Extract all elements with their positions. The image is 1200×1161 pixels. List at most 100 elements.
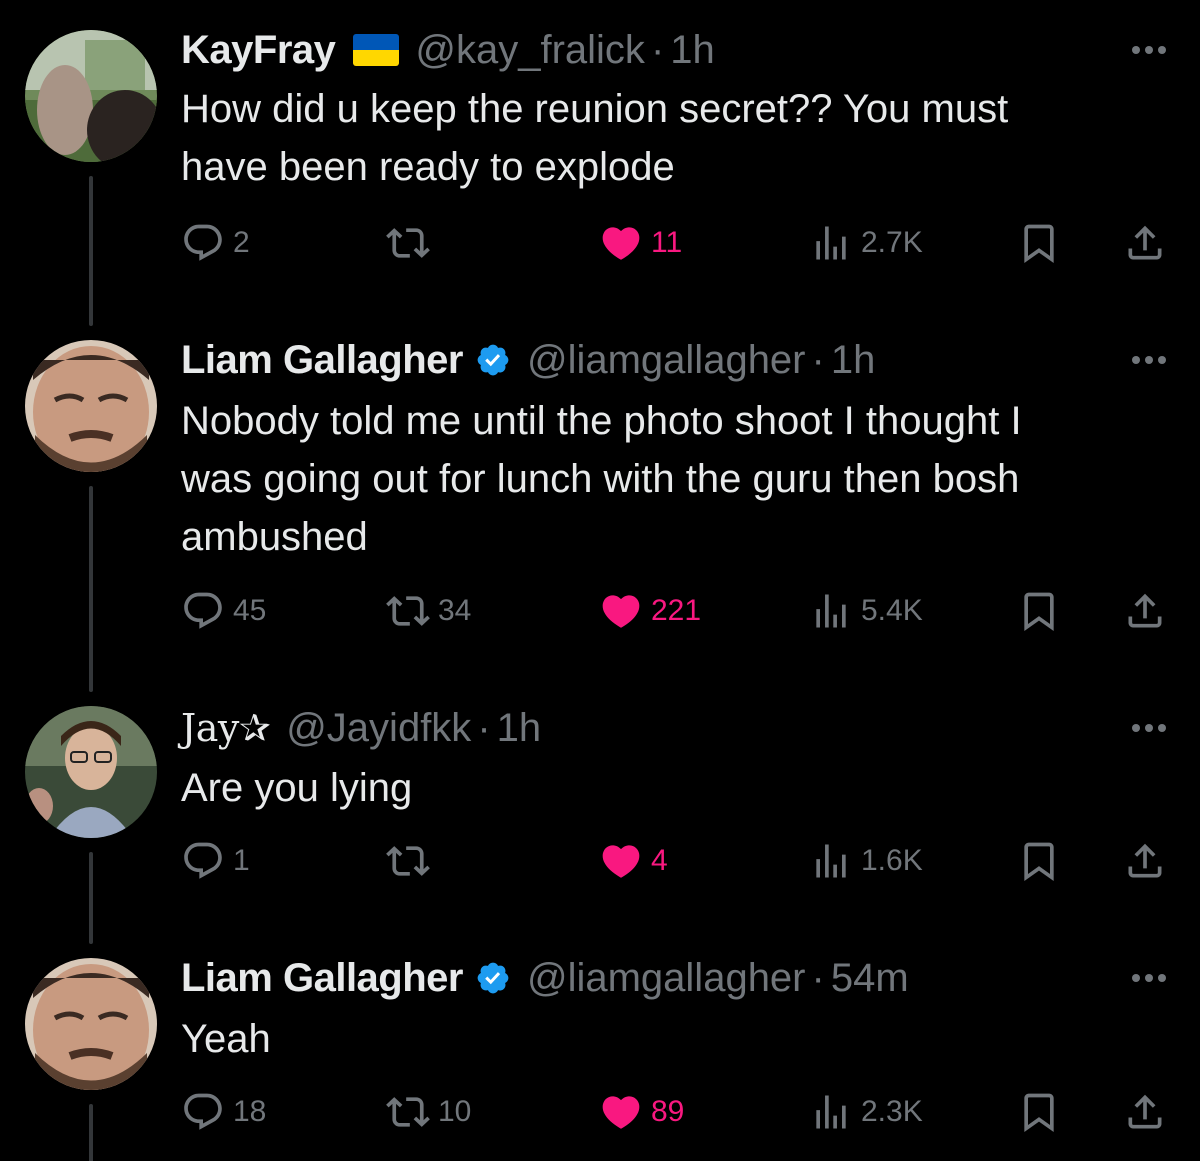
views-icon [809, 1090, 853, 1134]
separator: · [811, 955, 825, 1000]
thread-line [89, 852, 93, 944]
repost-count: 34 [438, 594, 472, 627]
views-icon [809, 589, 853, 633]
tweet-text: Nobody told me until the photo shoot I t… [181, 392, 1161, 566]
like-button[interactable]: 11 [599, 220, 682, 266]
repost-button[interactable]: 10 [386, 1089, 471, 1135]
bookmark-icon [1017, 221, 1061, 265]
reply-button[interactable]: 1 [181, 838, 250, 884]
action-bar: 2 11 2.7K [181, 220, 1171, 266]
more-options-icon[interactable] [1132, 972, 1172, 984]
share-icon [1123, 589, 1167, 633]
heart-icon [599, 839, 643, 883]
like-button[interactable]: 4 [599, 838, 668, 884]
timestamp[interactable]: 54m [831, 956, 909, 1001]
thread-line [89, 176, 93, 326]
like-button[interactable]: 221 [599, 588, 701, 634]
views-count: 2.7K [861, 226, 923, 259]
share-button[interactable] [1123, 1089, 1167, 1135]
views-button[interactable]: 2.7K [809, 220, 923, 266]
tweet-header: Liam Gallagher @liamgallagher · 54m [181, 953, 909, 1003]
repost-button[interactable] [386, 838, 438, 884]
repost-count: 10 [438, 1095, 472, 1128]
like-count: 4 [651, 844, 668, 877]
timestamp[interactable]: 1h [831, 338, 876, 383]
bookmark-button[interactable] [1017, 588, 1061, 634]
heart-icon [599, 1090, 643, 1134]
views-count: 2.3K [861, 1095, 923, 1128]
reply-count: 18 [233, 1095, 267, 1128]
reply-count: 2 [233, 226, 250, 259]
views-count: 1.6K [861, 844, 923, 877]
views-button[interactable]: 1.6K [809, 838, 923, 884]
action-bar: 45 34 221 5.4K [181, 588, 1171, 634]
avatar-jay[interactable] [25, 706, 157, 838]
share-button[interactable] [1123, 588, 1167, 634]
bookmark-button[interactable] [1017, 220, 1061, 266]
repost-icon [386, 589, 430, 633]
more-options-icon[interactable] [1132, 722, 1172, 734]
reply-button[interactable]: 2 [181, 220, 250, 266]
avatar-liamgallagher[interactable] [25, 340, 157, 472]
reply-count: 1 [233, 844, 250, 877]
views-count: 5.4K [861, 594, 923, 627]
tweet-text-line: was going out for lunch with the guru th… [181, 457, 1020, 501]
verified-badge-icon [475, 342, 511, 378]
bookmark-icon [1017, 589, 1061, 633]
display-name[interactable]: KayFray [181, 28, 336, 73]
tweet-text-line: ambushed [181, 515, 368, 559]
more-options-icon[interactable] [1132, 44, 1172, 56]
like-button[interactable]: 89 [599, 1089, 684, 1135]
user-handle[interactable]: @liamgallagher [527, 956, 806, 1001]
user-handle[interactable]: @kay_fralick [415, 28, 645, 73]
reply-icon [181, 589, 225, 633]
separator: · [811, 337, 825, 382]
bookmark-icon [1017, 1090, 1061, 1134]
avatar-liamgallagher[interactable] [25, 958, 157, 1090]
reply-button[interactable]: 45 [181, 588, 266, 634]
timestamp[interactable]: 1h [497, 706, 542, 751]
tweet-text: How did u keep the reunion secret?? You … [181, 80, 1161, 196]
tweet-text: Yeah [181, 1010, 1161, 1068]
separator: · [650, 27, 665, 72]
share-icon [1123, 1090, 1167, 1134]
user-handle[interactable]: @liamgallagher [527, 338, 806, 383]
thread-line [89, 1104, 93, 1161]
like-count: 221 [651, 594, 702, 627]
thread-line [89, 486, 93, 692]
bookmark-icon [1017, 839, 1061, 883]
more-options-icon[interactable] [1132, 354, 1172, 366]
tweet-text-line: Nobody told me until the photo shoot I t… [181, 399, 1022, 443]
action-bar: 18 10 89 2.3K [181, 1089, 1171, 1135]
share-button[interactable] [1123, 838, 1167, 884]
display-name[interactable]: Liam Gallagher [181, 338, 463, 383]
bookmark-button[interactable] [1017, 838, 1061, 884]
like-count: 11 [651, 226, 683, 259]
views-icon [809, 839, 853, 883]
share-button[interactable] [1123, 220, 1167, 266]
display-name[interactable]: Liam Gallagher [181, 956, 463, 1001]
reply-count: 45 [233, 594, 267, 627]
repost-button[interactable]: 34 [386, 588, 471, 634]
reply-button[interactable]: 18 [181, 1089, 266, 1135]
ukraine-flag-icon [353, 34, 400, 66]
display-name[interactable]: Jay✰ [181, 706, 271, 750]
bookmark-button[interactable] [1017, 1089, 1061, 1135]
repost-button[interactable] [386, 220, 438, 266]
tweet-header: KayFray @kay_fralick · 1h [181, 25, 715, 75]
views-icon [809, 221, 853, 265]
like-count: 89 [651, 1095, 685, 1128]
tweet-text: Are you lying [181, 759, 1161, 817]
share-icon [1123, 221, 1167, 265]
tweet-text-line: How did u keep the reunion secret?? You … [181, 87, 1009, 131]
avatar-kayfray[interactable] [25, 30, 157, 162]
separator: · [477, 705, 491, 750]
user-handle[interactable]: @Jayidfkk [286, 706, 471, 751]
repost-icon [386, 839, 430, 883]
tweet-text-line: have been ready to explode [181, 145, 675, 189]
views-button[interactable]: 2.3K [809, 1089, 923, 1135]
timestamp[interactable]: 1h [670, 28, 715, 73]
reply-icon [181, 221, 225, 265]
views-button[interactable]: 5.4K [809, 588, 923, 634]
reply-icon [181, 839, 225, 883]
